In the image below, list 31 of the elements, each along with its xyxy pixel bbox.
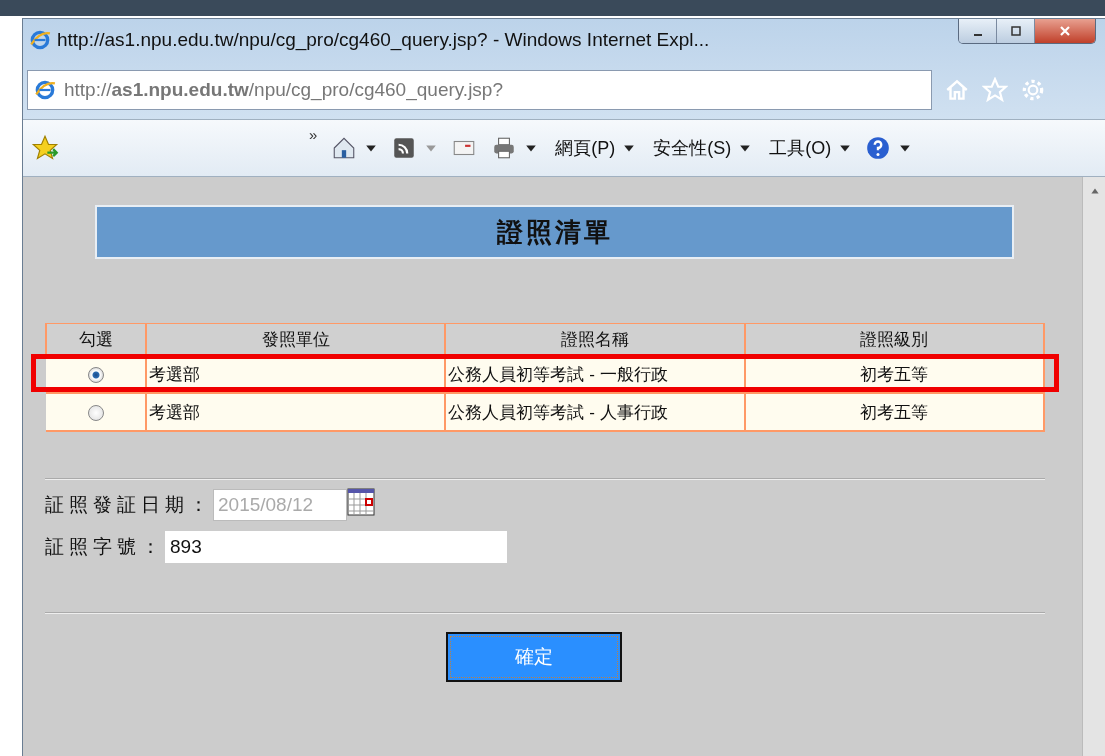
close-button[interactable] <box>1035 19 1095 43</box>
more-chevron[interactable]: » <box>309 126 318 143</box>
field-label: 証照發証日期： <box>45 492 213 517</box>
input-field[interactable]: 893 <box>165 531 507 563</box>
maximize-icon <box>1009 25 1022 37</box>
minimize-icon <box>973 34 982 36</box>
help-icon[interactable] <box>865 135 892 161</box>
menu-item[interactable]: 網頁(P) <box>555 136 616 160</box>
address-field[interactable]: http://as1.npu.edu.tw/npu/cg_pro/cg460_query.jsp? <box>27 70 932 110</box>
minimize-button[interactable] <box>959 19 997 43</box>
menu-item[interactable]: 工具(O) <box>769 136 832 160</box>
table-cell: 公務人員初等考試 - 人事行政 <box>445 393 745 431</box>
field-label: 証照字號： <box>45 534 165 559</box>
scrollbar[interactable] <box>1082 177 1105 756</box>
star-icon[interactable] <box>982 77 1008 103</box>
menu-item[interactable]: 安全性(S) <box>653 136 732 160</box>
column-header: 勾選 <box>46 323 147 355</box>
column-header: 證照級別 <box>744 323 1044 355</box>
page-heading: 證照清單 <box>95 205 1014 259</box>
maximize-button[interactable] <box>997 19 1035 43</box>
table-cell: 考選部 <box>146 393 446 431</box>
table-cell: 初考五等 <box>744 393 1044 431</box>
favorites-star-icon[interactable] <box>31 134 59 162</box>
close-icon <box>1059 25 1071 37</box>
browser-logo-icon <box>34 79 56 101</box>
radio-button[interactable] <box>87 404 104 421</box>
radio-button[interactable] <box>87 366 104 383</box>
browser-logo-icon <box>29 29 51 51</box>
column-header: 發照單位 <box>146 323 446 355</box>
window-title: http://as1.npu.edu.tw/npu/cg_pro/cg460_query.jsp? - Windows Internet Expl... <box>57 29 710 51</box>
column-header: 證照名稱 <box>445 323 745 355</box>
